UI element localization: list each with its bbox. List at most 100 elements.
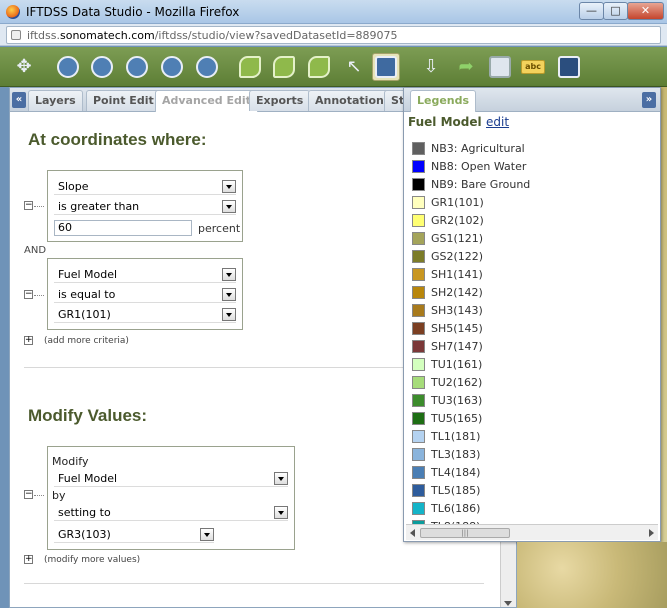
- legend-swatch: [412, 214, 425, 227]
- collapse-criterion-1-icon[interactable]: −: [24, 201, 33, 210]
- grid-icon[interactable]: [555, 53, 583, 81]
- collapse-criterion-2-icon[interactable]: −: [24, 290, 33, 299]
- add-more-criteria-link[interactable]: (add more criteria): [44, 336, 129, 346]
- criterion-box-1: Slope is greater than 60 percent: [47, 170, 243, 242]
- collapse-panel-icon[interactable]: «: [12, 92, 26, 108]
- tab-legends[interactable]: Legends: [410, 90, 477, 112]
- zoom-next-icon[interactable]: [193, 53, 221, 81]
- field-select-2[interactable]: Fuel Model: [54, 267, 236, 283]
- scroll-left-icon[interactable]: [410, 529, 415, 537]
- dropdown-arrow-icon[interactable]: [200, 528, 214, 541]
- tab-layers[interactable]: Layers: [28, 90, 83, 111]
- legend-label: TL5(185): [431, 484, 481, 497]
- dropdown-arrow-icon[interactable]: [222, 308, 236, 321]
- export-icon[interactable]: [486, 53, 514, 81]
- map-canvas[interactable]: [517, 542, 667, 608]
- by-label: by: [52, 489, 66, 502]
- site-identity-icon[interactable]: [11, 30, 21, 40]
- url-field[interactable]: iftdss.sonomatech.com/iftdss/studio/view…: [6, 26, 661, 44]
- modify-method-select[interactable]: setting to: [54, 505, 288, 521]
- dropdown-arrow-icon[interactable]: [222, 180, 236, 193]
- layer-table-icon[interactable]: [305, 53, 333, 81]
- modify-field-select[interactable]: Fuel Model: [54, 471, 288, 487]
- legend-label: TU2(162): [431, 376, 483, 389]
- field-select-1[interactable]: Slope: [54, 179, 236, 195]
- legend-item: GR2(102): [412, 212, 652, 230]
- map-toolbar: ✥ ↖ ⇩ ➦ abc: [0, 47, 667, 87]
- scroll-right-icon[interactable]: [649, 529, 654, 537]
- address-bar: iftdss.sonomatech.com/iftdss/studio/view…: [0, 24, 667, 46]
- scroll-down-icon[interactable]: [504, 601, 512, 606]
- label-abc-icon[interactable]: abc: [519, 53, 547, 81]
- legend-item: TL3(183): [412, 446, 652, 464]
- legend-label: TU5(165): [431, 412, 483, 425]
- legend-swatch: [412, 484, 425, 497]
- collapse-modify-icon[interactable]: −: [24, 490, 33, 499]
- legend-swatch: [412, 142, 425, 155]
- value-input-1[interactable]: 60: [54, 220, 192, 236]
- legend-edit-link[interactable]: edit: [486, 115, 509, 129]
- dropdown-arrow-icon[interactable]: [222, 288, 236, 301]
- legend-label: SH1(141): [431, 268, 483, 281]
- dropdown-arrow-icon[interactable]: [274, 506, 288, 519]
- add-layer-icon[interactable]: [236, 53, 264, 81]
- legend-heading: Fuel Model: [408, 115, 482, 129]
- tab-point-edit[interactable]: Point Edit: [86, 90, 161, 111]
- scroll-thumb[interactable]: |||: [420, 528, 510, 538]
- legend-swatch: [412, 196, 425, 209]
- select-arrow-icon[interactable]: ↖: [340, 53, 368, 81]
- modify-title: Modify Values:: [28, 406, 148, 425]
- legend-label: GR2(102): [431, 214, 484, 227]
- tab-annotation[interactable]: Annotation: [308, 90, 391, 111]
- forward-icon[interactable]: ➦: [452, 53, 480, 81]
- legend-item: TL1(181): [412, 428, 652, 446]
- layer-icon[interactable]: [270, 53, 298, 81]
- legend-item: NB8: Open Water: [412, 158, 652, 176]
- legend-swatch: [412, 250, 425, 263]
- legend-swatch: [412, 430, 425, 443]
- pan-icon[interactable]: ✥: [10, 53, 38, 81]
- close-button[interactable]: ✕: [627, 2, 664, 20]
- firefox-icon: [6, 5, 20, 19]
- zoom-in-icon[interactable]: [88, 53, 116, 81]
- url-prefix: iftdss.: [27, 29, 60, 42]
- legend-item: SH7(147): [412, 338, 652, 356]
- and-connector: AND: [24, 245, 47, 256]
- value-select-2[interactable]: GR1(101): [54, 307, 236, 323]
- legend-label: TU1(161): [431, 358, 483, 371]
- tab-advanced-edit[interactable]: Advanced Edit: [155, 90, 258, 112]
- zoom-extent-icon[interactable]: [54, 53, 82, 81]
- legend-item: TU3(163): [412, 392, 652, 410]
- zoom-out-icon[interactable]: [123, 53, 151, 81]
- expand-modify-more-icon[interactable]: +: [24, 555, 33, 564]
- legend-swatch: [412, 394, 425, 407]
- legend-swatch: [412, 358, 425, 371]
- dropdown-arrow-icon[interactable]: [274, 472, 288, 485]
- operator-select-1[interactable]: is greater than: [54, 199, 236, 215]
- tab-exports[interactable]: Exports: [249, 90, 311, 111]
- legend-swatch: [412, 178, 425, 191]
- legend-list: NB3: Agricultural NB8: Open Water NB9: Bar…: [412, 140, 652, 536]
- minimize-button[interactable]: —: [579, 2, 604, 20]
- zoom-previous-icon[interactable]: [158, 53, 186, 81]
- legend-swatch: [412, 268, 425, 281]
- legend-swatch: [412, 304, 425, 317]
- dropdown-arrow-icon[interactable]: [222, 268, 236, 281]
- expand-panel-icon[interactable]: »: [642, 92, 656, 108]
- modify-more-values-link[interactable]: (modify more values): [44, 555, 140, 565]
- legend-item: GS2(122): [412, 248, 652, 266]
- legend-label: SH2(142): [431, 286, 483, 299]
- legend-label: SH3(143): [431, 304, 483, 317]
- operator-select-2[interactable]: is equal to: [54, 287, 236, 303]
- legend-tabstrip: Legends »: [404, 88, 660, 112]
- legend-hscrollbar[interactable]: |||: [406, 524, 658, 540]
- legend-item: GS1(121): [412, 230, 652, 248]
- maximize-button[interactable]: □: [603, 2, 628, 20]
- dropdown-arrow-icon[interactable]: [222, 200, 236, 213]
- download-icon[interactable]: ⇩: [417, 53, 445, 81]
- attribute-table-icon[interactable]: [372, 53, 400, 81]
- legend-swatch: [412, 160, 425, 173]
- modify-value-select[interactable]: GR3(103): [54, 527, 214, 543]
- legend-item: TL4(184): [412, 464, 652, 482]
- expand-add-criteria-icon[interactable]: +: [24, 336, 33, 345]
